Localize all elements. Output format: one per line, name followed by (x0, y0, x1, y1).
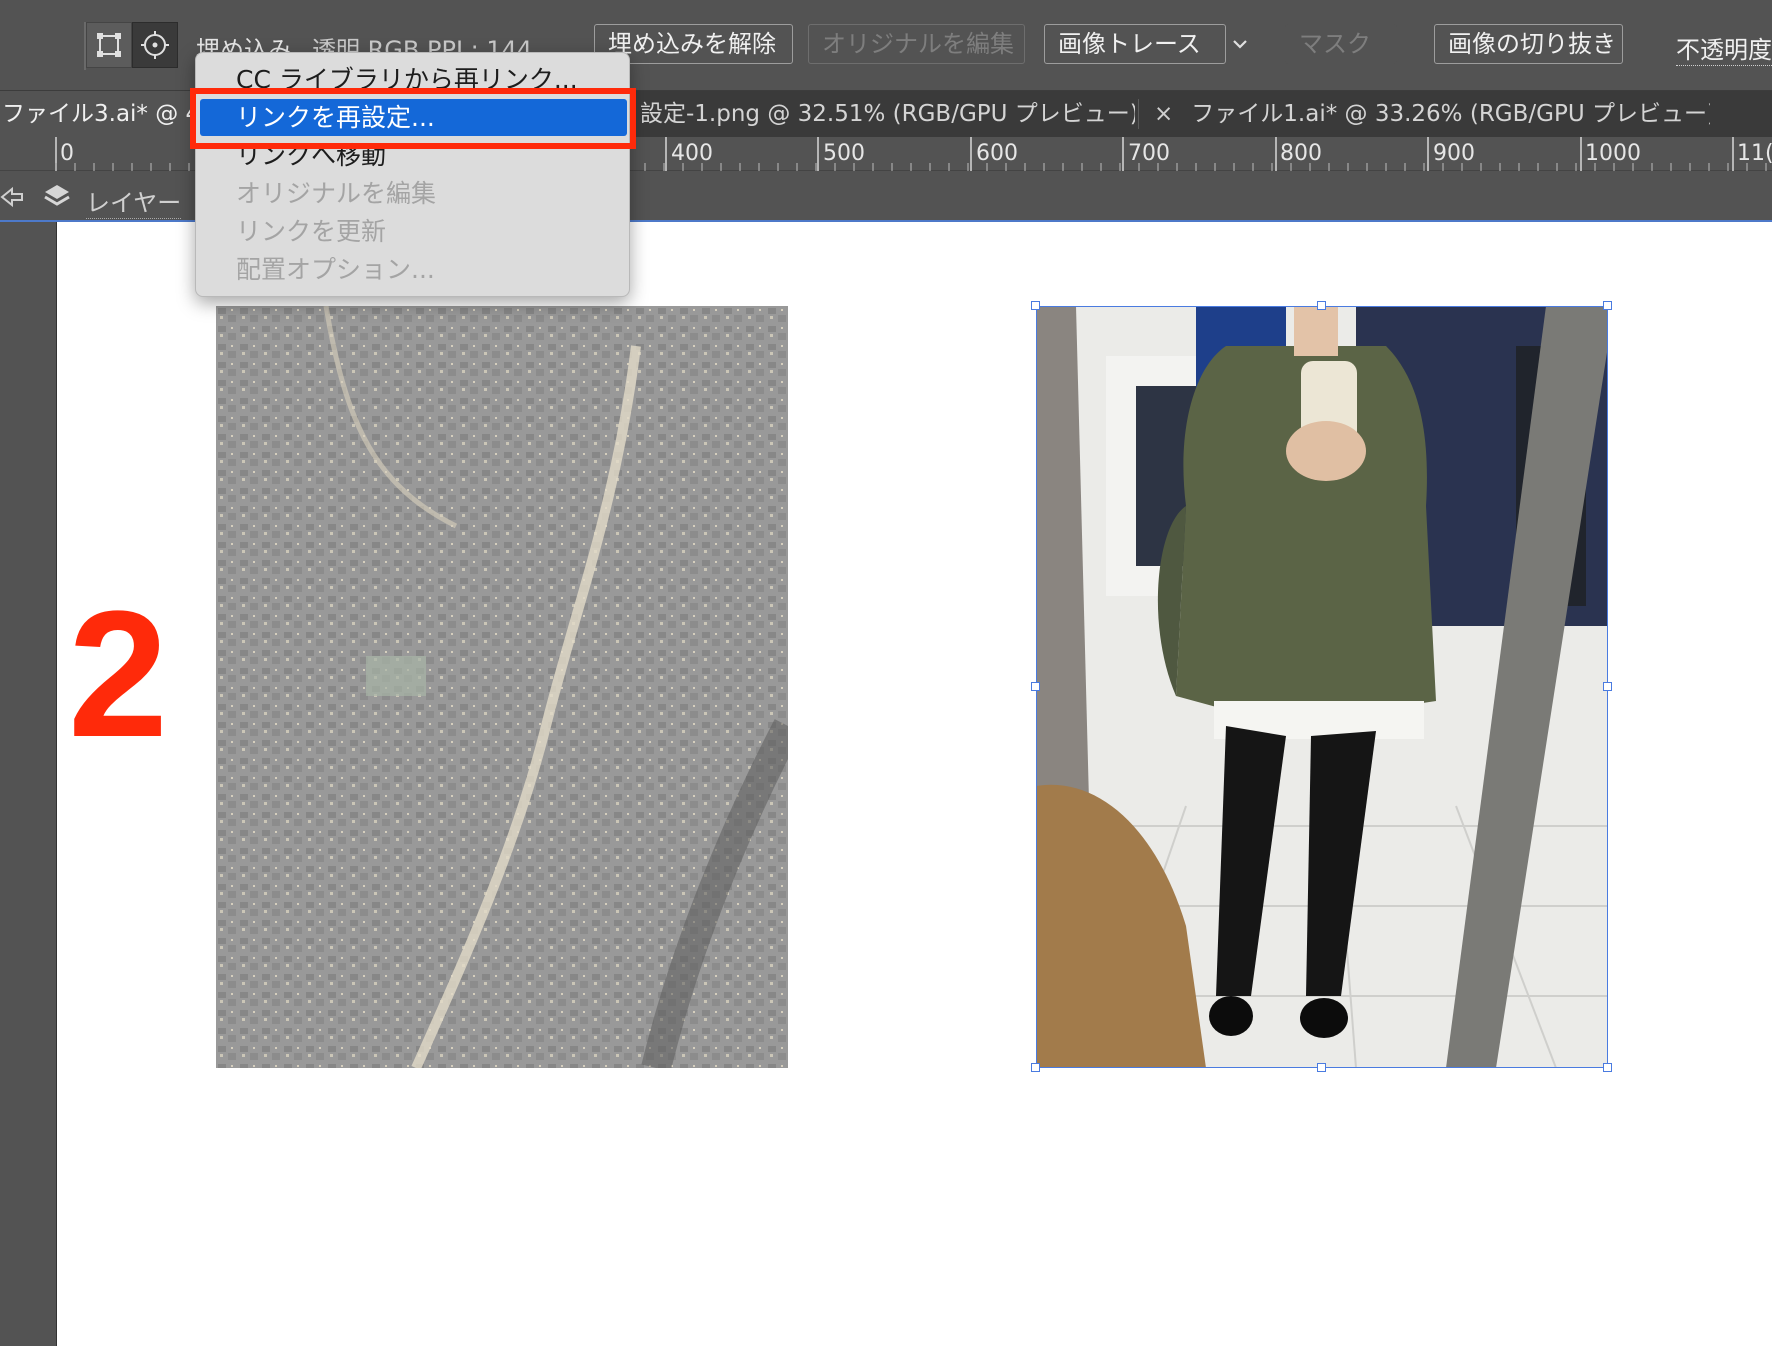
crop-image-button[interactable]: 画像の切り抜き (1434, 24, 1623, 64)
step-number-annotation: 2 (68, 574, 169, 775)
mirror-selfie-image[interactable] (1036, 306, 1608, 1068)
tab-separator (1138, 99, 1139, 129)
resize-handle-top[interactable] (1317, 301, 1326, 310)
ruler-label: 0 (60, 141, 74, 166)
ruler-label: 700 (1128, 141, 1170, 166)
resize-handle-bottom[interactable] (1317, 1063, 1326, 1072)
ruler-label: 900 (1433, 141, 1475, 166)
image-trace-button[interactable]: 画像トレース (1044, 24, 1226, 64)
resize-handle-right[interactable] (1603, 682, 1612, 691)
close-icon[interactable]: × (1154, 91, 1173, 137)
ruler-label: 11( (1737, 141, 1772, 166)
menu-item-go-to-link[interactable]: リンクへ移動 (196, 137, 631, 174)
layers-panel-tab[interactable]: レイヤー (86, 183, 182, 219)
menu-item-update-link[interactable]: リンクを更新 (196, 213, 631, 250)
mask-button[interactable]: マスク (1285, 24, 1397, 64)
menu-item-placement-options[interactable]: 配置オプション... (196, 251, 631, 288)
tab-label: ファイル1.ai* @ 33.26% (RGB/GPU プレビュー) (1191, 101, 1710, 127)
menu-item-edit-original[interactable]: オリジナルを編集 (196, 175, 631, 212)
ruler-label: 400 (671, 141, 713, 166)
resize-handle-top-left[interactable] (1031, 301, 1040, 310)
resize-handle-bottom-left[interactable] (1031, 1063, 1040, 1072)
ruler-label: 500 (823, 141, 865, 166)
collapse-arrow-icon[interactable] (0, 185, 24, 209)
tab-file3[interactable]: ファイル3.ai* @ 42 (0, 91, 210, 137)
link-context-menu: CC ライブラリから再リンク... リンクを再設定... リンクへ移動 オリジナ… (195, 52, 630, 297)
menu-item-relink[interactable]: リンクを再設定... (200, 99, 627, 136)
resize-handle-left[interactable] (1031, 682, 1040, 691)
illustrator-window: 埋め込み 透明 RGB PPI : 144 埋め込みを解除 オリジナルを編集 画… (0, 0, 1772, 1346)
resize-handle-top-right[interactable] (1603, 301, 1612, 310)
layers-icon[interactable] (42, 181, 72, 211)
transform-bounds-icon[interactable] (86, 22, 132, 68)
resize-handle-bottom-right[interactable] (1603, 1063, 1612, 1072)
tab-settings-png[interactable]: 設定-1.png @ 32.51% (RGB/GPU プレビュー) (560, 91, 1135, 137)
city-night-image[interactable] (216, 306, 788, 1068)
chevron-down-icon[interactable] (1230, 32, 1250, 56)
ruler-label: 600 (976, 141, 1018, 166)
target-crosshair-icon[interactable] (132, 22, 178, 68)
menu-item-relink-from-cc-library[interactable]: CC ライブラリから再リンク... (196, 61, 631, 98)
ruler-label: 1000 (1585, 141, 1641, 166)
edit-original-button[interactable]: オリジナルを編集 (808, 24, 1025, 64)
tab-file1[interactable]: × ファイル1.ai* @ 33.26% (RGB/GPU プレビュー) (1140, 91, 1710, 137)
opacity-label[interactable]: 不透明度 (1676, 30, 1772, 66)
ruler-label: 800 (1280, 141, 1322, 166)
